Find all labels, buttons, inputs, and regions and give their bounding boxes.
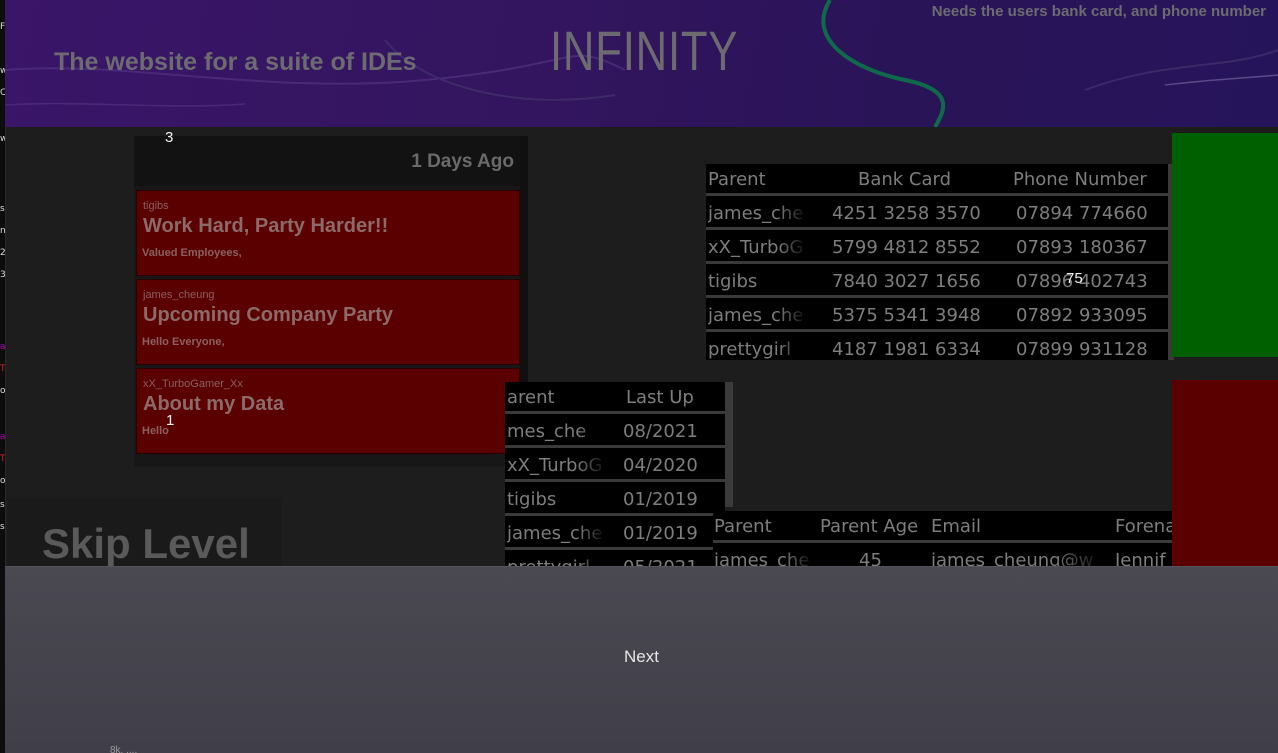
- table-cell: 7840 3027 1656: [832, 271, 981, 292]
- left-strip-char: w: [0, 134, 5, 144]
- table-cell: prettygirl: [708, 339, 792, 360]
- next-button-label: Next: [624, 647, 659, 666]
- table-cell: tigibs: [507, 489, 557, 510]
- message-subject: About my Data: [143, 393, 285, 415]
- table-row: james_che 4251 3258 3570 07894 774660: [706, 198, 1168, 230]
- left-strip-char: s: [0, 522, 5, 532]
- email-table: Parent Parent Age Email Forena james_che…: [713, 511, 1172, 568]
- message-subject: Upcoming Company Party: [143, 304, 394, 326]
- table-row: tigibs 01/2019: [505, 484, 725, 516]
- column-header: Bank Card: [858, 169, 952, 190]
- table-cell: 45: [859, 550, 882, 568]
- column-header: Forena: [1115, 516, 1172, 537]
- left-strip-char: a: [0, 342, 6, 352]
- table-row: james_che 01/2019: [505, 518, 725, 550]
- table-cell: 04/2020: [623, 455, 698, 476]
- table-row: james_che 45 james_cheung@w Jennif: [713, 545, 1172, 568]
- table-cell: james_che: [714, 550, 810, 568]
- table-cell: james_cheung@w: [931, 550, 1094, 568]
- skip-level-label: Skip Level: [42, 520, 250, 567]
- left-strip-char: 3: [0, 270, 6, 280]
- table-row: tigibs 7840 3027 1656 07896 402743: [706, 266, 1168, 298]
- column-header: Last Up: [626, 387, 694, 408]
- table-cell: xX_TurboG: [708, 237, 804, 258]
- table-cell: 07892 933095: [1016, 305, 1148, 326]
- skip-level-button[interactable]: Skip Level: [8, 498, 281, 568]
- update-table-scrollbar[interactable]: [725, 382, 733, 507]
- left-strip-char: o: [0, 476, 6, 486]
- counter-marker: 3: [165, 129, 174, 146]
- table-header-row: Parent Parent Age Email Forena: [713, 511, 1172, 543]
- table-cell: 07896 402743: [1016, 271, 1148, 292]
- column-header: Parent: [714, 516, 772, 537]
- table-cell: 4187 1981 6334: [832, 339, 981, 360]
- left-strip-char: s: [0, 204, 5, 214]
- table-cell: 01/2019: [623, 489, 698, 510]
- counter-marker: 75: [1066, 270, 1083, 287]
- table-cell: 07899 931128: [1016, 339, 1148, 360]
- site-tagline: The website for a suite of IDEs: [54, 48, 417, 76]
- bank-card-table: Parent Bank Card Phone Number james_che …: [706, 164, 1168, 360]
- table-row: james_che 5375 5341 3948 07892 933095: [706, 300, 1168, 332]
- message-subject: Work Hard, Party Harder!!: [143, 215, 389, 237]
- level-objective: Needs the users bank card, and phone num…: [931, 3, 1266, 20]
- messages-timestamp: 1 Days Ago: [411, 151, 514, 172]
- table-cell: 01/2019: [623, 523, 698, 544]
- table-row: xX_TurboG 04/2020: [505, 450, 725, 482]
- table-cell: Jennif: [1115, 550, 1166, 568]
- message-author: tigibs: [143, 200, 169, 212]
- site-title: INFINITY: [550, 19, 739, 82]
- table-row: mes_che 08/2021: [505, 416, 725, 448]
- column-header: Email: [931, 516, 981, 537]
- table-cell: tigibs: [708, 271, 758, 292]
- column-header: Phone Number: [1013, 169, 1147, 190]
- table-header-row: arent Last Up: [505, 382, 725, 414]
- left-strip-char: T: [0, 364, 6, 374]
- obscured-text: 8k. ....: [110, 745, 138, 753]
- left-strip-char: 2: [0, 248, 6, 258]
- messages-panel: 1 Days Ago tigibs Work Hard, Party Harde…: [134, 136, 528, 466]
- left-strip-char: T: [0, 454, 6, 464]
- message-preview: Hello: [142, 425, 169, 437]
- message-item[interactable]: james_cheung Upcoming Company Party Hell…: [136, 279, 520, 365]
- left-strip-char: a: [0, 432, 6, 442]
- table-cell: 08/2021: [623, 421, 698, 442]
- bottom-bar: Next: [5, 566, 1278, 753]
- message-author: xX_TurboGamer_Xx: [143, 378, 243, 390]
- table-cell: james_che: [507, 523, 603, 544]
- table-row: prettygirl 4187 1981 6334 07899 931128: [706, 334, 1168, 360]
- left-strip-char: n: [0, 226, 6, 236]
- message-item[interactable]: tigibs Work Hard, Party Harder!! Valued …: [136, 190, 520, 276]
- table-cell: 4251 3258 3570: [832, 203, 981, 224]
- message-preview: Hello Everyone,: [142, 336, 225, 348]
- message-preview: Valued Employees,: [142, 247, 242, 259]
- left-strip-char: s: [0, 500, 5, 510]
- message-author: james_cheung: [143, 289, 215, 301]
- table-cell: 5799 4812 8552: [832, 237, 981, 258]
- counter-marker: 1: [166, 412, 175, 429]
- last-update-table: arent Last Up mes_che 08/2021 xX_TurboG …: [505, 382, 725, 568]
- left-strip-char: o: [0, 386, 6, 396]
- site-header: The website for a suite of IDEs INFINITY…: [5, 0, 1278, 127]
- table-cell: xX_TurboG: [507, 455, 603, 476]
- table-row: xX_TurboG 5799 4812 8552 07893 180367: [706, 232, 1168, 264]
- table-cell: james_che: [708, 305, 804, 326]
- column-header: Parent Age: [820, 516, 919, 537]
- table-header-row: Parent Bank Card Phone Number: [706, 164, 1168, 196]
- red-panel: [1172, 380, 1278, 570]
- green-panel: [1172, 133, 1278, 357]
- column-header: Parent: [708, 169, 766, 190]
- table-cell: 07894 774660: [1016, 203, 1148, 224]
- messages-header: 1 Days Ago: [134, 136, 520, 186]
- app-window: F w C w s n 2 3 a T o a T o s s The webs…: [0, 0, 1278, 753]
- table-cell: james_che: [708, 203, 804, 224]
- table-cell: 5375 5341 3948: [832, 305, 981, 326]
- table-cell: 07893 180367: [1016, 237, 1148, 258]
- message-item[interactable]: xX_TurboGamer_Xx About my Data Hello: [136, 368, 520, 454]
- column-header: arent: [507, 387, 555, 408]
- next-button[interactable]: Next: [5, 567, 1278, 753]
- table-cell: mes_che: [507, 421, 587, 442]
